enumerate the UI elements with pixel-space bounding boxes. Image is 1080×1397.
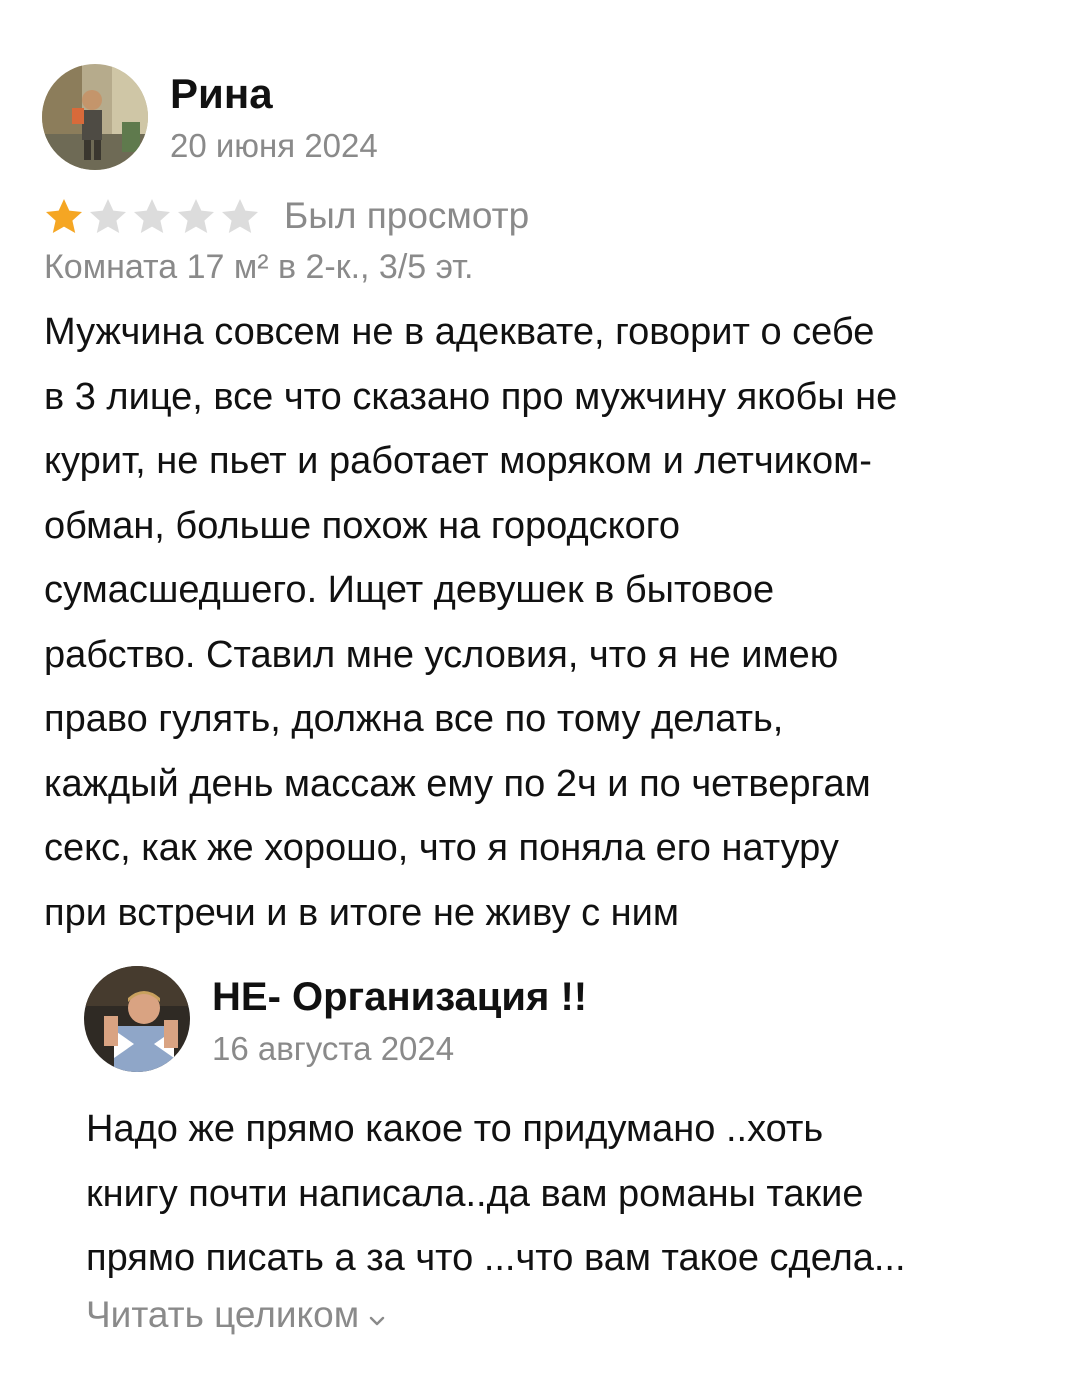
reviewer-avatar[interactable] [42, 64, 148, 170]
star-filled-icon [44, 197, 84, 235]
rating-stars [44, 197, 260, 235]
star-empty-icon [88, 197, 128, 235]
reviewer-name[interactable]: Рина [170, 70, 273, 118]
review-date: 20 июня 2024 [170, 127, 378, 164]
reply-author-name[interactable]: НЕ- Организация !! [212, 975, 587, 1020]
rating-row: Был просмотр [44, 192, 529, 240]
chevron-down-icon [369, 1294, 385, 1336]
read-more-link[interactable]: Читать целиком [86, 1294, 385, 1336]
review-text: Мужчина совсем не в адеквате, говорит о … [44, 311, 898, 934]
viewing-status: Был просмотр [284, 195, 530, 236]
reply-author-avatar[interactable] [84, 966, 190, 1072]
read-more-label[interactable]: Читать целиком [86, 1294, 359, 1336]
star-empty-icon [220, 197, 260, 235]
reply-date: 16 августа 2024 [212, 1030, 455, 1067]
star-empty-icon [176, 197, 216, 235]
room-details: Комната 17 м² в 2-к., 3/5 эт. [44, 248, 474, 286]
star-empty-icon [132, 197, 172, 235]
reply-text: Надо же прямо какое то придумано ..хоть … [86, 1108, 906, 1279]
